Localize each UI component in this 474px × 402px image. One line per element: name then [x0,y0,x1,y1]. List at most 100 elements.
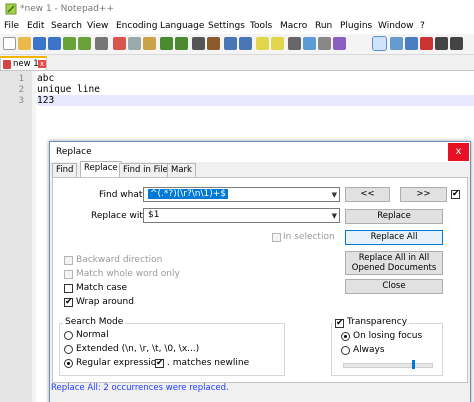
menu-language[interactable]: Language [160,21,204,31]
line-number: 1 [18,74,24,84]
close-file-icon[interactable] [63,37,76,50]
unsaved-file-icon [3,60,11,69]
menu-tools[interactable]: Tools [250,21,272,31]
function-list-icon[interactable] [372,36,387,51]
radio-selected-dot [344,335,347,338]
notepadpp-app-icon [5,3,17,15]
mode-regex-radio[interactable] [64,359,73,368]
print-icon[interactable] [95,37,108,50]
menu-settings[interactable]: Settings [208,21,245,31]
language-icon[interactable] [333,37,346,50]
menu-file[interactable]: File [4,21,19,31]
window-title: *new 1 - Notepad++ [20,4,114,14]
document-tab-bar: new 1 x [0,55,474,71]
save-all-icon[interactable] [48,37,61,50]
transparency-slider-thumb[interactable] [411,360,415,369]
menu-help[interactable]: ? [420,21,425,31]
folder-workspace-icon[interactable] [405,37,418,50]
paste-icon[interactable] [143,37,156,50]
sync-horizontal-icon[interactable] [271,37,284,50]
close-button[interactable]: Close [345,279,443,294]
menu-plugins[interactable]: Plugins [340,21,372,31]
cut-icon[interactable] [113,37,126,50]
zoom-in-icon[interactable] [224,37,237,50]
menu-macro[interactable]: Macro [280,21,307,31]
dialog-close-icon[interactable]: x [448,143,469,161]
tab-mark[interactable]: Mark [167,163,196,177]
sync-vertical-icon[interactable] [256,37,269,50]
replace-with-combo[interactable]: $1 ▼ [143,208,340,223]
menu-bar: File Edit Search View Encoding Language … [0,19,474,34]
replace-all-button[interactable]: Replace All [345,230,443,245]
tab-close-icon[interactable]: x [38,60,46,68]
transparency-title: Transparency [333,317,410,327]
mode-normal-radio[interactable] [64,331,73,340]
copy-icon[interactable] [128,37,141,50]
indent-guide-icon[interactable] [318,37,331,50]
find-previous-button[interactable]: << [345,187,390,202]
matches-newline-label: . matches newline [167,358,250,368]
menu-window[interactable]: Window [378,21,414,31]
stop-macro-icon[interactable] [435,37,448,50]
dialog-title-bar: Replace x [50,142,470,162]
match-case-checkbox[interactable] [64,284,73,293]
replace-icon[interactable] [207,37,220,50]
code-line[interactable]: abc [37,73,474,84]
mode-regex-label: Regular expression [76,358,162,368]
new-file-icon[interactable] [3,37,16,50]
replace-dialog: Replace x Find Replace Find in Files Mar… [49,141,471,402]
undo-icon[interactable] [160,37,173,50]
transparency-slider-track[interactable] [343,363,433,368]
notepadpp-window: *new 1 - Notepad++ File Edit Search View… [0,0,474,402]
all-characters-icon[interactable] [303,37,316,50]
match-case-label: Match case [76,283,128,293]
tab-new-1[interactable]: new 1 x [0,56,47,70]
replace-panel: Find what : ^(.*?)(\r?\n\1)+$ ▼ Replace … [52,177,468,383]
dialog-title: Replace [56,147,92,157]
wrap-around-checkbox[interactable]: ✔ [64,297,73,307]
line-number-gutter: 1 2 3 [0,71,32,402]
replace-button[interactable]: Replace [345,209,443,224]
on-losing-focus-label: On losing focus [353,331,423,341]
tab-label: new 1 [13,59,39,69]
on-losing-focus-radio[interactable] [341,332,350,341]
word-wrap-icon[interactable] [288,37,301,50]
code-line-current[interactable]: 123 [37,95,474,106]
find-icon[interactable] [192,37,205,50]
mode-extended-radio[interactable] [64,345,73,354]
wrap-around-label: Wrap around [76,297,134,307]
always-label: Always [353,345,385,355]
record-macro-icon[interactable] [420,37,433,50]
title-bar: *new 1 - Notepad++ [0,0,474,19]
redo-icon[interactable] [175,37,188,50]
find-what-combo[interactable]: ^(.*?)(\r?\n\1)+$ ▼ [143,187,340,202]
backward-direction-checkbox[interactable] [64,256,73,265]
replace-all-in-docs-button[interactable]: Replace All in All Opened Documents [345,251,443,275]
zoom-out-icon[interactable] [239,37,252,50]
tab-find[interactable]: Find [52,163,78,177]
check-icon: ✔ [156,358,164,368]
menu-edit[interactable]: Edit [27,21,44,31]
find-next-button[interactable]: >> [400,187,447,202]
menu-encoding[interactable]: Encoding [116,21,157,31]
transparency-checkbox[interactable]: ✔ [335,318,344,328]
always-radio[interactable] [341,346,350,355]
tab-replace[interactable]: Replace [80,161,122,178]
code-line[interactable]: unique line [37,84,474,95]
direction-checkbox[interactable]: ✔ [451,189,460,199]
whole-word-checkbox[interactable] [64,270,73,279]
save-icon[interactable] [33,37,46,50]
play-macro-icon[interactable] [450,37,463,50]
in-selection-checkbox[interactable] [272,233,281,242]
menu-run[interactable]: Run [315,21,332,31]
matches-newline-checkbox[interactable]: ✔ [155,358,164,368]
backward-direction-label: Backward direction [76,255,163,265]
open-file-icon[interactable] [18,37,31,50]
find-what-label: Find what : [99,190,149,200]
menu-view[interactable]: View [87,21,108,31]
chevron-down-icon[interactable]: ▼ [332,191,337,199]
close-all-icon[interactable] [78,37,91,50]
chevron-down-icon[interactable]: ▼ [332,212,337,220]
document-map-icon[interactable] [390,37,403,50]
menu-search[interactable]: Search [51,21,82,31]
